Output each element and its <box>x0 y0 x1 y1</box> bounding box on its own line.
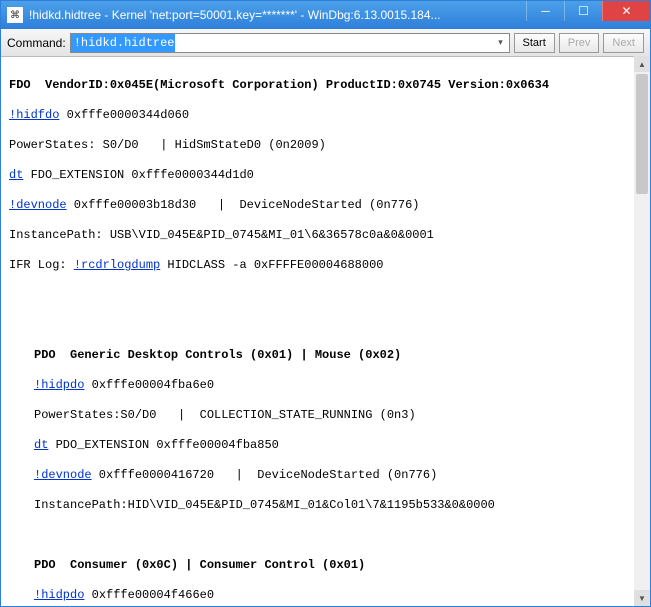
pdo-label: PDO Generic Desktop Controls (0x01) | Mo… <box>34 348 401 362</box>
devnode-link[interactable]: !devnode <box>34 468 92 482</box>
devnode-arg: 0xfffe00003b18d30 | DeviceNodeStarted (0… <box>67 198 420 212</box>
command-label: Command: <box>7 36 66 50</box>
power-line: PowerStates: S0/D0 | HidSmStateD0 (0n200… <box>9 138 642 153</box>
instpath-line: InstancePath: USB\VID_045E&PID_0745&MI_0… <box>9 228 642 243</box>
command-dropdown-icon[interactable]: ▾ <box>493 34 509 52</box>
dt-arg: FDO_EXTENSION 0xfffe0000344d1d0 <box>23 168 253 182</box>
toolbar: Command: !hidkd.hidtree ▾ Start Prev Nex… <box>1 29 650 57</box>
devnode-arg: 0xfffe0000416720 | DeviceNodeStarted (0n… <box>92 468 438 482</box>
pdo-label: PDO Consumer (0x0C) | Consumer Control (… <box>34 558 365 572</box>
window-title: !hidkd.hidtree - Kernel 'net:port=50001,… <box>29 8 526 22</box>
hidfdo-arg: 0xfffe0000344d060 <box>59 108 189 122</box>
dt-link[interactable]: dt <box>34 438 48 452</box>
hidpdo-arg: 0xfffe00004fba6e0 <box>84 378 214 392</box>
hidpdo-link[interactable]: !hidpdo <box>34 378 84 392</box>
vertical-scrollbar[interactable]: ▲ ▼ <box>634 56 650 606</box>
next-button[interactable]: Next <box>603 33 644 53</box>
hidfdo-link[interactable]: !hidfdo <box>9 108 59 122</box>
hidpdo-link[interactable]: !hidpdo <box>34 588 84 602</box>
titlebar: ⌘ !hidkd.hidtree - Kernel 'net:port=5000… <box>1 1 650 29</box>
maximize-button[interactable]: ☐ <box>564 1 602 21</box>
ifr-prefix: IFR Log: <box>9 258 74 272</box>
scroll-down-icon[interactable]: ▼ <box>634 590 650 606</box>
output-pane[interactable]: FDO VendorID:0x045E(Microsoft Corporatio… <box>1 57 650 606</box>
hidpdo-arg: 0xfffe00004f466e0 <box>84 588 214 602</box>
close-button[interactable]: ✕ <box>602 1 650 21</box>
scroll-up-icon[interactable]: ▲ <box>634 56 650 72</box>
rcdrlogdump-link[interactable]: !rcdrlogdump <box>74 258 160 272</box>
start-button[interactable]: Start <box>514 33 555 53</box>
command-input[interactable] <box>70 33 510 53</box>
prev-button[interactable]: Prev <box>559 33 600 53</box>
scroll-thumb[interactable] <box>636 74 648 194</box>
app-icon: ⌘ <box>7 7 23 23</box>
fdo-label: FDO VendorID:0x045E(Microsoft Corporatio… <box>9 78 549 92</box>
devnode-link[interactable]: !devnode <box>9 198 67 212</box>
dt-arg: PDO_EXTENSION 0xfffe00004fba850 <box>48 438 278 452</box>
instpath-line: InstancePath:HID\VID_045E&PID_0745&MI_01… <box>34 498 642 513</box>
minimize-button[interactable]: ─ <box>526 1 564 21</box>
dt-link[interactable]: dt <box>9 168 23 182</box>
ifr-arg: HIDCLASS -a 0xFFFFE00004688000 <box>160 258 383 272</box>
power-line: PowerStates:S0/D0 | COLLECTION_STATE_RUN… <box>34 408 642 423</box>
